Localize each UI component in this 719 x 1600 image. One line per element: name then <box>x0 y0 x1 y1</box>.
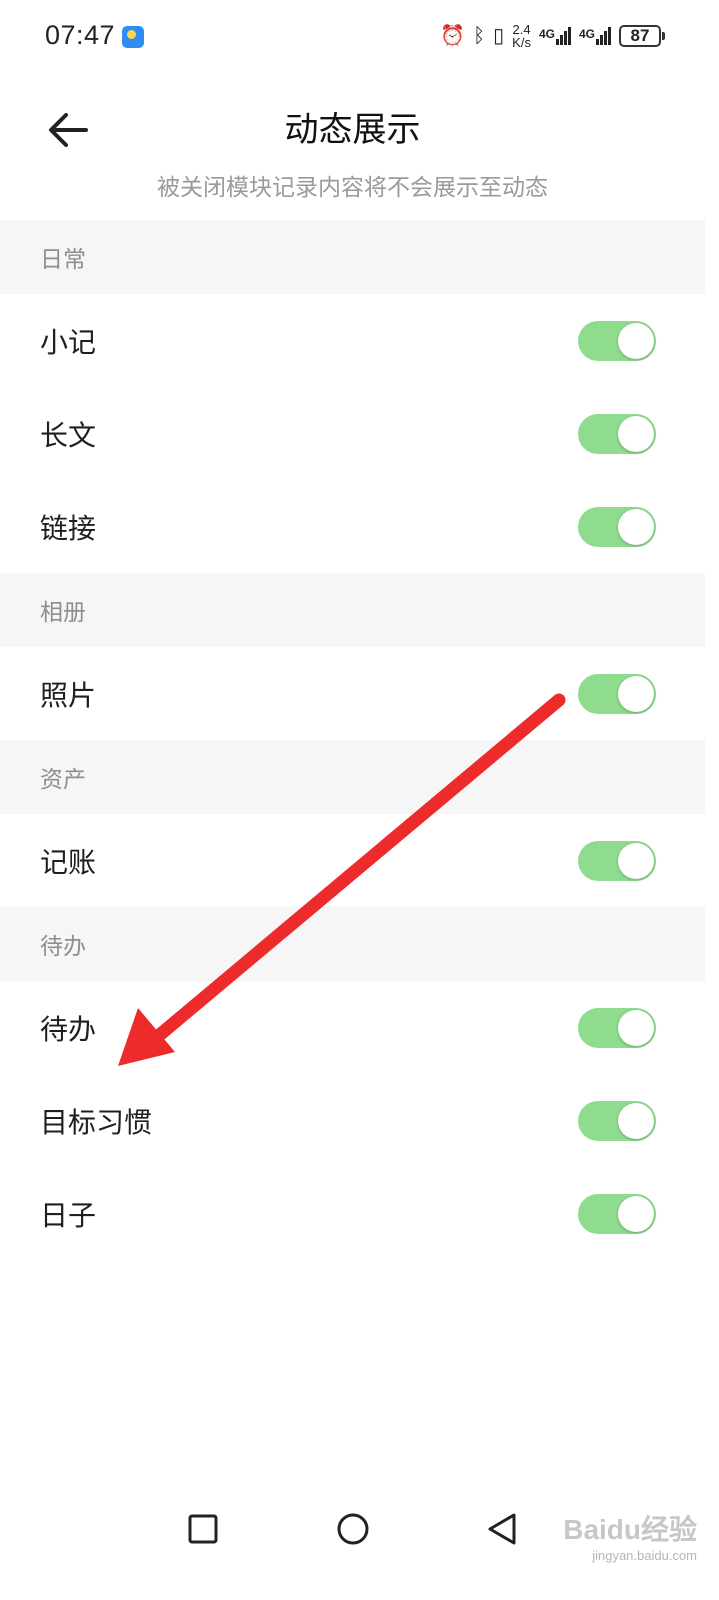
setting-row-goal-habit: 目标习惯 <box>0 1074 705 1167</box>
page-title: 动态展示 <box>284 110 421 150</box>
watermark: Baidu经验 jingyan.baidu.com <box>563 1508 697 1563</box>
setting-label: 目标习惯 <box>40 1105 153 1139</box>
alarm-icon: ⏰ <box>440 25 466 47</box>
setting-label: 待办 <box>40 1012 97 1046</box>
square-icon <box>188 1514 218 1544</box>
status-icons: ⏰ ᛒ ▯ 2.4 K/s 4G 4G 87 <box>440 22 665 50</box>
toggle-switch-photo[interactable] <box>578 673 656 714</box>
status-time: 07:47 <box>45 20 116 50</box>
status-bar: 07:47 ⏰ ᛒ ▯ 2.4 K/s 4G 4G 87 <box>0 0 719 76</box>
circle-icon <box>337 1513 369 1545</box>
toggle-switch-bookkeeping[interactable] <box>578 840 656 881</box>
signal-sim1-icon: 4G <box>539 27 571 45</box>
setting-row-link: 链接 <box>0 480 705 573</box>
toggle-knob <box>618 322 654 359</box>
home-button[interactable] <box>326 1502 380 1556</box>
triangle-left-icon <box>488 1513 516 1545</box>
setting-label: 记账 <box>40 845 97 879</box>
watermark-url: jingyan.baidu.com <box>592 1548 697 1563</box>
section-header-daily: 日常 <box>0 220 705 294</box>
setting-label: 长文 <box>40 418 97 452</box>
toggle-switch-goal-habit[interactable] <box>578 1100 656 1141</box>
section-header-album: 相册 <box>0 573 705 647</box>
setting-row-note: 小记 <box>0 294 705 387</box>
toggle-knob <box>618 675 654 712</box>
battery-indicator: 87 <box>619 25 665 47</box>
toggle-switch-days[interactable] <box>578 1193 656 1234</box>
bluetooth-icon: ᛒ <box>473 25 486 47</box>
section-header-assets: 资产 <box>0 740 705 814</box>
setting-label: 链接 <box>40 511 97 545</box>
system-back-button[interactable] <box>476 1502 530 1556</box>
toggle-knob <box>618 415 654 452</box>
section-header-todo: 待办 <box>0 907 705 981</box>
setting-label: 小记 <box>40 325 97 359</box>
toggle-knob <box>618 1195 654 1232</box>
page-subtitle: 被关闭模块记录内容将不会展示至动态 <box>157 175 548 201</box>
toggle-knob <box>618 842 654 879</box>
network-speed: 2.4 K/s <box>512 22 531 50</box>
setting-row-days: 日子 <box>0 1167 705 1260</box>
vibrate-icon: ▯ <box>493 25 505 47</box>
setting-row-photo: 照片 <box>0 647 705 740</box>
toggle-switch-article[interactable] <box>578 413 656 454</box>
toggle-knob <box>618 1102 654 1139</box>
toggle-knob <box>618 508 654 545</box>
recent-apps-button[interactable] <box>176 1502 230 1556</box>
watermark-logo: Baidu经验 <box>563 1514 697 1545</box>
setting-label: 日子 <box>40 1198 97 1232</box>
toggle-switch-link[interactable] <box>578 506 656 547</box>
toggle-switch-note[interactable] <box>578 320 656 361</box>
weather-app-icon <box>122 26 144 48</box>
setting-label: 照片 <box>40 678 97 712</box>
signal-sim2-icon: 4G <box>579 27 611 45</box>
toggle-switch-todo[interactable] <box>578 1007 656 1048</box>
setting-row-todo: 待办 <box>0 981 705 1074</box>
setting-row-bookkeeping: 记账 <box>0 814 705 907</box>
toggle-knob <box>618 1009 654 1046</box>
setting-row-article: 长文 <box>0 387 705 480</box>
settings-list: 日常 小记 长文 链接 相册 照片 资产 记账 待办 待办 目标习惯 日子 <box>0 220 705 1260</box>
